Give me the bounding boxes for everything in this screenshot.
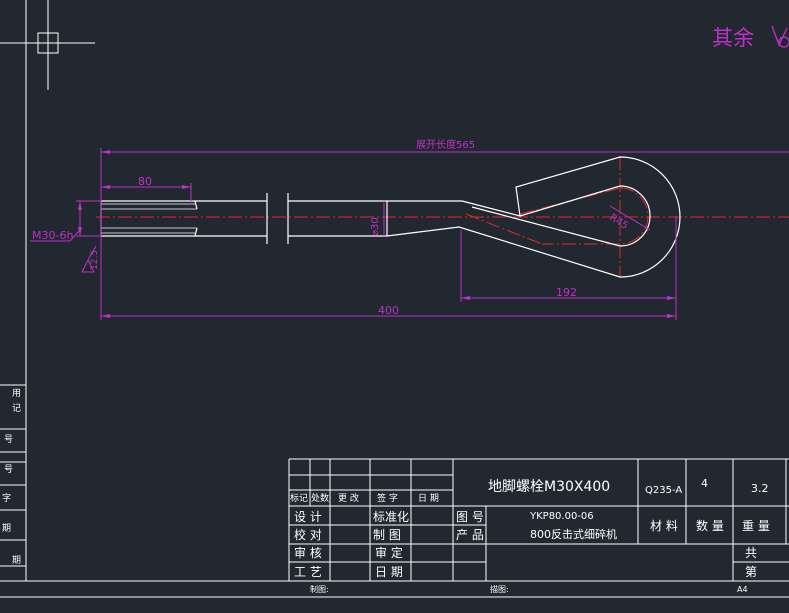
design-label: 设 计 (294, 510, 322, 524)
quantity-label: 数 量 (696, 518, 724, 533)
thread-spec-label: M30-6h (32, 229, 73, 242)
drawing-number: YKP80.00-06 (529, 511, 594, 522)
drawer-field: 制图: (310, 584, 329, 594)
left-strip-label: 字 (2, 492, 11, 504)
left-strip-label: 号 (4, 434, 13, 445)
unfolded-length-label: 展开长度565 (416, 138, 475, 151)
dimension-lines (30, 148, 789, 320)
left-strip-label: 号 (4, 464, 13, 475)
standardize-label: 标准化 (373, 510, 409, 524)
eye-radius-label: R45 (607, 212, 630, 232)
material-label: 材 料 (650, 519, 678, 533)
weight-value: 3.2 (751, 482, 769, 495)
quantity-value: 4 (701, 477, 708, 490)
revision-header: 签 字 (377, 492, 398, 504)
left-strip-label: 记 (12, 403, 21, 414)
date-label: 日 期 (375, 565, 403, 579)
roughness-label: 12.5 (90, 250, 100, 270)
thread-length-label: 80 (138, 175, 152, 188)
revision-header: 处数 (311, 492, 329, 504)
paper-format: A4 (737, 585, 748, 594)
left-strip-label: 期 (2, 523, 11, 534)
left-strip-label: 期 (12, 555, 21, 566)
check-label: 校 对 (294, 527, 322, 542)
product-label: 产 品 (456, 528, 484, 542)
product-name: 800反击式细碎机 (530, 527, 617, 541)
revision-header: 更 改 (338, 492, 359, 504)
drawing-canvas[interactable]: 用 记 号 号 字 期 期 其余 展开长度565 80 M30-6h ⌀30 R… (0, 0, 789, 613)
left-strip-label: 用 (12, 388, 21, 399)
center-lines (96, 156, 789, 278)
revision-header: 标记 (290, 492, 308, 504)
thread-lines (101, 203, 197, 234)
drawing-no-label: 图 号 (456, 510, 484, 524)
material-value: Q235-A (645, 485, 682, 496)
bend-length-label: 192 (556, 286, 577, 299)
review-label: 审 核 (294, 545, 322, 560)
tracer-field: 描图: (490, 584, 509, 594)
weight-label: 重 量 (742, 519, 770, 533)
total-sheets-label: 共 (745, 546, 757, 560)
crosshair-cursor-icon (0, 0, 95, 90)
approve-label: 审 定 (375, 545, 403, 560)
sheet-no-label: 第 (745, 565, 757, 579)
corner-note: 其余 (712, 26, 754, 50)
draft-label: 制 图 (373, 528, 401, 542)
revision-header: 日 期 (418, 493, 439, 504)
part-name: 地脚螺栓M30X400 (488, 479, 610, 495)
total-length-label: 400 (378, 304, 399, 317)
process-label: 工 艺 (294, 565, 322, 579)
shank-diameter-label: ⌀30 (370, 217, 381, 236)
